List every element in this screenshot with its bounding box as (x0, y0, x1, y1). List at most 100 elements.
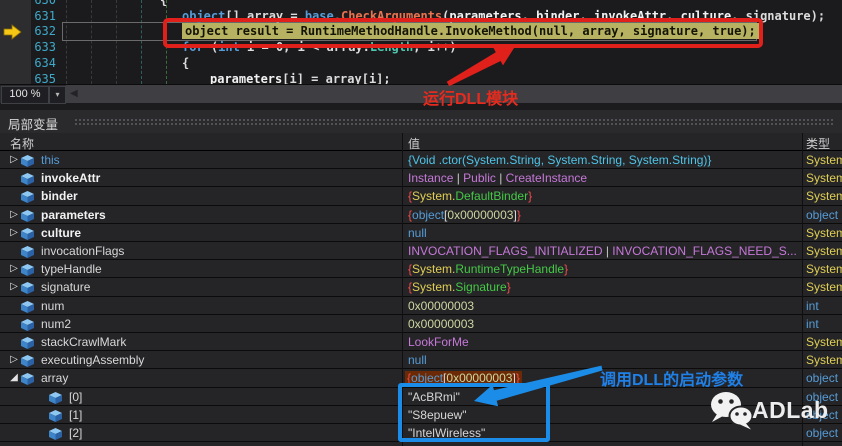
code-line: 631 object[] array = base.CheckArguments(… (0, 8, 842, 24)
token: , (731, 8, 746, 23)
locals-row[interactable]: num2 0x00000003 int (0, 315, 842, 333)
variable-name: typeHandle (41, 262, 102, 277)
variable-type: System (806, 262, 842, 276)
variable-type: System (806, 226, 842, 240)
locals-row[interactable]: ▷ this {Void .ctor(System.String, System.S… (0, 151, 842, 170)
token: System (806, 171, 842, 186)
locals-row[interactable]: [1] "S8epuew" object (0, 406, 842, 424)
token: for (182, 40, 204, 55)
variable-icon (49, 427, 62, 440)
line-number: 631 (34, 8, 56, 23)
variable-name: stackCrawlMark (41, 335, 127, 349)
locals-row[interactable]: ▷ typeHandle {System.RuntimeTypeHandle} Sys… (0, 260, 842, 279)
variable-value: null (408, 353, 427, 367)
locals-row[interactable]: ▷ culture null System (0, 224, 842, 242)
token: base (304, 8, 334, 23)
token: "IntelWireless" (408, 426, 486, 440)
token: System. (412, 262, 456, 277)
column-header-type[interactable]: 类型 (806, 135, 830, 152)
code-line: 633 for (int i = 0; i < array.Length; i++… (0, 39, 842, 55)
column-divider[interactable] (402, 133, 403, 446)
code-text: { (182, 55, 189, 71)
locals-row[interactable]: stackCrawlMark LookForMe System (0, 333, 842, 352)
token: object (182, 8, 226, 23)
variable-name: invokeAttr (41, 171, 101, 186)
expand-arrow-icon[interactable]: ▷ (8, 263, 20, 274)
variable-value: LookForMe (408, 335, 469, 349)
locals-row[interactable]: [0] "AcBRmi" object (0, 388, 842, 406)
token: object (806, 407, 839, 422)
variable-name: [1] (69, 407, 83, 422)
token: signature (745, 8, 811, 23)
zoom-level-control[interactable]: 100 % (1, 86, 49, 104)
variable-icon (21, 245, 34, 258)
token: [i] = array[i]; (282, 71, 391, 85)
expand-arrow-icon[interactable]: ▷ (8, 209, 20, 220)
zoom-dropdown-button[interactable]: ▾ (49, 86, 66, 104)
variable-icon (21, 209, 34, 222)
token: System. (412, 189, 456, 204)
token: } (564, 262, 569, 277)
code-editor[interactable]: 630{631 object[] array = base.CheckArgume… (0, 0, 842, 84)
token: 0x00000003 (447, 207, 514, 222)
locals-row[interactable]: binder {System.DefaultBinder} System (0, 187, 842, 206)
token: int (806, 298, 819, 313)
token: binder (536, 8, 580, 23)
token: LookForMe (408, 335, 469, 349)
scroll-left-icon[interactable]: ◀ (70, 88, 78, 99)
column-divider[interactable] (802, 133, 803, 446)
variable-type: System (806, 280, 842, 294)
variable-type: object (806, 426, 838, 440)
collapse-arrow-icon[interactable]: ◢ (8, 372, 20, 383)
expand-arrow-icon[interactable]: ▷ (8, 154, 20, 165)
variable-icon (21, 336, 34, 349)
line-number: 633 (34, 40, 56, 55)
token: Signature (455, 280, 507, 295)
code-line: 635 parameters[i] = array[i]; (0, 71, 842, 85)
column-header-name[interactable]: 名称 (10, 135, 34, 152)
code-line: 632 object result = RuntimeMethodHandle.I… (0, 23, 842, 40)
locals-row[interactable]: [2] "IntelWireless" object (0, 424, 842, 443)
locals-row[interactable]: ▷ signature {System.Signature} System (0, 278, 842, 297)
variable-icon (21, 354, 34, 368)
expand-arrow-icon[interactable]: ▷ (8, 354, 20, 365)
variable-icon (21, 172, 34, 186)
token: System (806, 262, 842, 277)
variable-value: {object[0x00000003]} (405, 371, 522, 386)
token: 0x00000003 (408, 316, 475, 331)
variable-value: {System.DefaultBinder} (408, 189, 532, 203)
locals-row[interactable]: num 0x00000003 int (0, 297, 842, 315)
line-number: 634 (34, 55, 56, 70)
locals-row[interactable]: invokeAttr Instance | Public | CreateInst… (0, 169, 842, 188)
locals-row[interactable]: invocationFlags INVOCATION_FLAGS_INITIALI… (0, 242, 842, 261)
token: System (806, 280, 842, 295)
variable-name: num2 (41, 316, 72, 331)
token: { (160, 0, 168, 7)
token: object (806, 371, 839, 386)
expand-arrow-icon[interactable]: ▷ (8, 281, 20, 292)
locals-row[interactable]: ▷ executingAssembly null System (0, 351, 842, 370)
variable-icon (21, 372, 34, 386)
variable-value: 0x00000003 (408, 317, 474, 331)
token: [] array = (225, 8, 305, 23)
locals-row[interactable]: ◢ array {object[0x00000003]} object (0, 369, 842, 388)
column-header-value[interactable]: 值 (408, 135, 420, 152)
horizontal-scrollbar[interactable]: ◀ (66, 85, 842, 103)
variable-value: INVOCATION_FLAGS_INITIALIZED | INVOCATIO… (408, 244, 797, 258)
token: INVOCATION_FLAGS_INITIALIZED (408, 244, 603, 258)
variable-name: executingAssembly (41, 353, 145, 368)
token: INVOCATION_FLAGS_NEED_S... (612, 244, 797, 258)
variable-icon (21, 227, 34, 240)
variable-icon (21, 281, 34, 295)
token: | (453, 171, 464, 186)
locals-title: 局部变量 (8, 118, 59, 132)
token: System (806, 189, 842, 204)
token: DefaultBinder (455, 189, 529, 204)
token: } (516, 207, 521, 222)
variable-name: culture (41, 225, 82, 240)
token: , (666, 8, 681, 23)
execution-pointer-icon[interactable] (3, 24, 23, 40)
expand-arrow-icon[interactable]: ▷ (8, 227, 20, 238)
locals-row[interactable]: ▷ parameters {object[0x00000003]} object (0, 206, 842, 224)
locals-title-bar: 局部变量 (0, 110, 842, 133)
